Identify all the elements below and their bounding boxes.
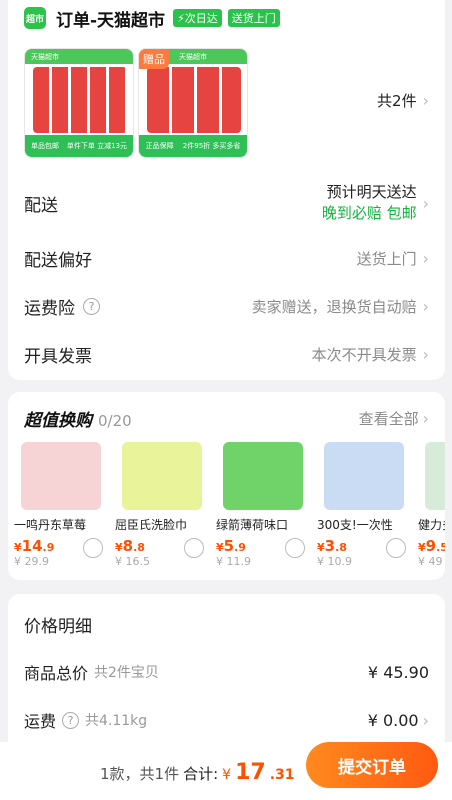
deal-item[interactable]: 绿箭薄荷味口 ¥5.9 ¥ 11.9 <box>216 442 309 572</box>
deal-list: 一鸣丹东草莓 ¥14.9 ¥ 29.9 屈臣氏洗脸巾 ¥8.8 ¥ 16.5 绿… <box>14 442 445 572</box>
product-image-2[interactable]: 赠品 天猫超市 正品保障 2件95折 多买多省 <box>138 48 248 158</box>
chevron-right-icon: › <box>422 91 429 110</box>
select-radio[interactable] <box>184 538 204 558</box>
help-icon[interactable]: ? <box>83 298 100 315</box>
chevron-right-icon: › <box>422 297 429 316</box>
delivery-estimate: 预计明天送达 <box>326 183 417 201</box>
delivery-guarantee: 晚到必赔 包邮 <box>321 204 417 222</box>
deal-item[interactable]: 一鸣丹东草莓 ¥14.9 ¥ 29.9 <box>14 442 107 572</box>
delivery-row[interactable]: 配送 预计明天送达 晚到必赔 包邮 › <box>24 182 429 224</box>
delivery-preference-row[interactable]: 配送偏好 送货上门 › <box>24 246 429 271</box>
goods-total-row: 商品总价 共2件宝贝 ¥ 45.90 <box>24 662 429 684</box>
price-detail-card: 价格明细 商品总价 共2件宝贝 ¥ 45.90 运费? 共4.11kg ¥ 0.00… <box>8 594 445 754</box>
store-name: 订单-天猫超市 <box>56 10 166 31</box>
gift-badge: 赠品 <box>139 49 169 69</box>
chevron-right-icon: › <box>422 409 429 428</box>
deal-item[interactable]: 300支!一次性 ¥3.8 ¥ 10.9 <box>317 442 410 572</box>
checkout-bar: 1款，共1件 合计: ¥17.31 提交订单 <box>0 742 452 800</box>
deal-item[interactable]: 健力多 ¥9.5 ¥ 49 <box>418 442 445 572</box>
chevron-right-icon: › <box>422 345 429 364</box>
store-header[interactable]: 超市 订单-天猫超市 ⚡ 次日达 送货上门 <box>24 6 280 31</box>
freight-amount: ¥ 0.00 <box>367 710 419 730</box>
door-delivery-badge: 送货上门 <box>227 9 280 27</box>
store-logo: 超市 <box>24 7 46 29</box>
deal-image <box>323 442 404 510</box>
product-thumbnails[interactable]: 天猫超市 单品包邮 单件下单 立减13元 赠品 天猫超市 正品保障 2件95折 … <box>24 48 248 158</box>
goods-total-amount: ¥ 45.90 <box>367 662 429 682</box>
deals-title: 超值换购 0/20 <box>24 411 132 431</box>
deal-image <box>20 442 101 510</box>
chevron-right-icon: › <box>422 249 429 268</box>
product-image-1[interactable]: 天猫超市 单品包邮 单件下单 立减13元 <box>24 48 134 158</box>
select-radio[interactable] <box>83 538 103 558</box>
lightning-icon: ⚡ <box>177 11 185 25</box>
freight-insurance-row[interactable]: 运费险? 卖家赠送，退换货自动赔 › <box>24 294 429 319</box>
total-price: 17 <box>235 760 266 785</box>
deal-image <box>121 442 202 510</box>
select-radio[interactable] <box>285 538 305 558</box>
next-day-badge: ⚡ 次日达 <box>173 9 222 27</box>
freight-row[interactable]: 运费? 共4.11kg ¥ 0.00 › <box>24 708 429 732</box>
submit-order-button[interactable]: 提交订单 <box>306 742 438 788</box>
price-detail-title: 价格明细 <box>24 617 92 637</box>
select-radio[interactable] <box>386 538 406 558</box>
deal-image <box>424 442 445 510</box>
chevron-right-icon: › <box>422 193 429 213</box>
order-card: 超市 订单-天猫超市 ⚡ 次日达 送货上门 天猫超市 单品包邮 单件下单 立减13… <box>8 0 445 380</box>
deal-image <box>222 442 303 510</box>
chevron-right-icon: › <box>422 710 429 730</box>
see-all-link[interactable]: 查看全部 › <box>359 408 429 429</box>
deal-item[interactable]: 屈臣氏洗脸巾 ¥8.8 ¥ 16.5 <box>115 442 208 572</box>
invoice-row[interactable]: 开具发票 本次不开具发票 › <box>24 342 429 367</box>
help-icon[interactable]: ? <box>62 711 80 729</box>
item-count[interactable]: 共2件 › <box>377 90 429 111</box>
exchange-deals-card: 超值换购 0/20 查看全部 › 一鸣丹东草莓 ¥14.9 ¥ 29.9 屈臣氏洗脸… <box>8 392 445 580</box>
order-summary: 1款，共1件 合计: ¥17.31 <box>100 760 295 785</box>
